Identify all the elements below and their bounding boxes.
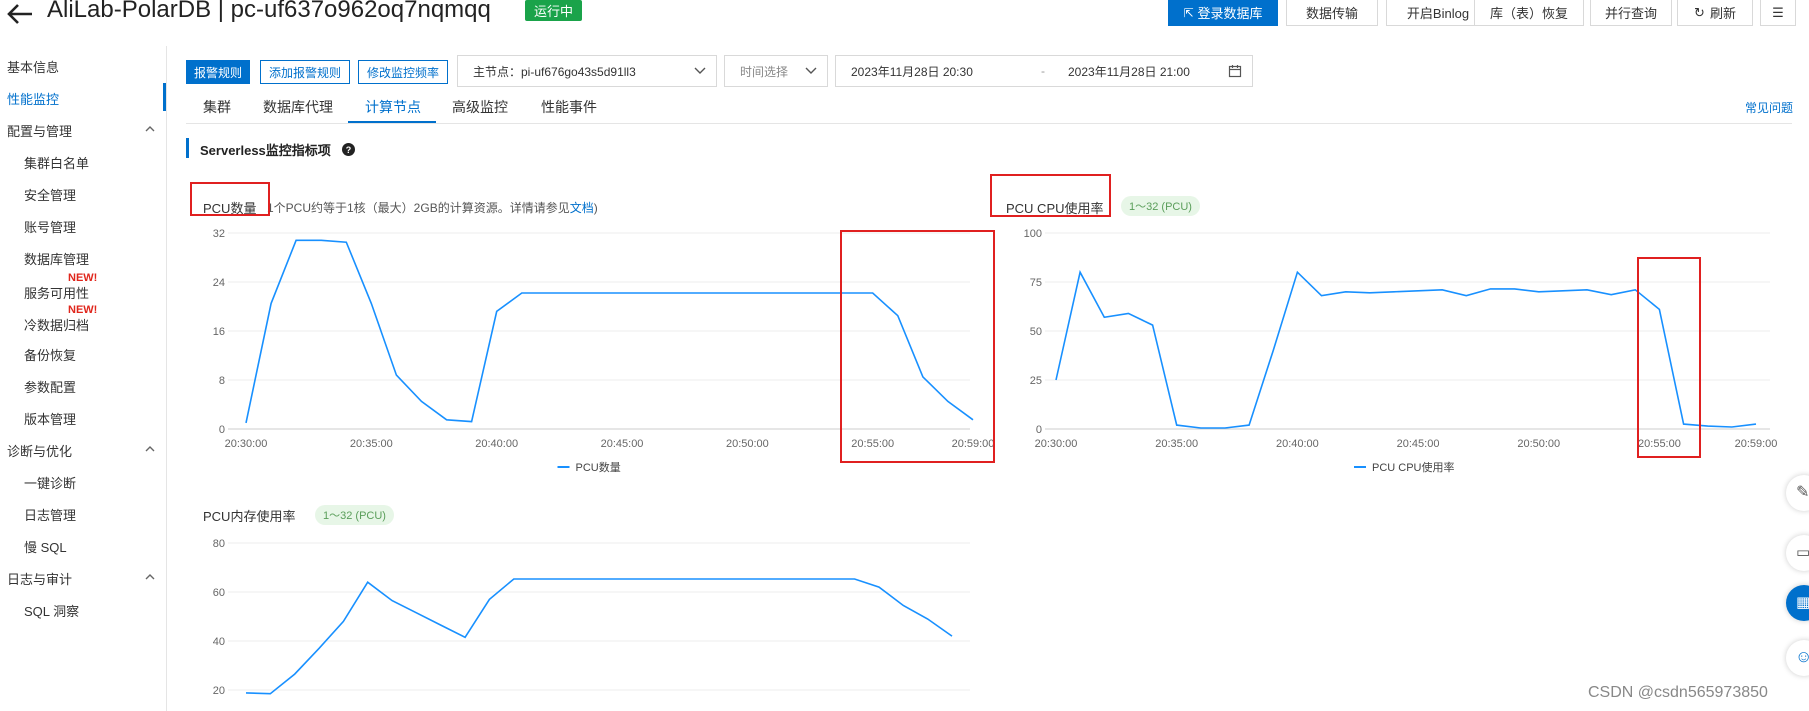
y-tick-label: 24 (213, 277, 225, 289)
legend-label: PCU数量 (576, 461, 621, 474)
y-tick-label: 32 (213, 228, 225, 240)
x-tick-label: 20:40:00 (1276, 438, 1319, 450)
y-tick-label: 0 (219, 424, 225, 436)
y-tick-label: 40 (213, 636, 225, 648)
y-tick-label: 0 (1036, 424, 1042, 436)
chat-icon: ▭ (1796, 544, 1809, 561)
y-tick-label: 100 (1024, 228, 1042, 240)
y-tick-label: 25 (1030, 375, 1042, 387)
x-tick-label: 20:50:00 (726, 438, 769, 450)
y-tick-label: 75 (1030, 277, 1042, 289)
highlight-box (1637, 257, 1701, 458)
x-tick-label: 20:50:00 (1517, 438, 1560, 450)
y-tick-label: 20 (213, 685, 225, 697)
y-tick-label: 50 (1030, 326, 1042, 338)
y-tick-label: 8 (219, 375, 225, 387)
y-tick-label: 16 (213, 326, 225, 338)
assistant-avatar-icon: ☺ (1795, 647, 1809, 666)
y-tick-label: 80 (213, 538, 225, 550)
series-line (245, 578, 953, 695)
watermark: CSDN @csdn565973850 (1588, 684, 1768, 701)
grid-icon: ▦ (1796, 594, 1809, 611)
highlight-box (990, 174, 1111, 217)
x-tick-label: 20:30:00 (225, 438, 268, 450)
x-tick-label: 20:35:00 (350, 438, 393, 450)
x-tick-label: 20:35:00 (1155, 438, 1198, 450)
legend-label: PCU CPU使用率 (1372, 460, 1455, 474)
highlight-box (840, 230, 995, 463)
y-tick-label: 60 (213, 587, 225, 599)
x-tick-label: 20:30:00 (1035, 438, 1078, 450)
x-tick-label: 20:59:00 (1735, 438, 1778, 450)
highlight-box (190, 182, 270, 216)
x-tick-label: 20:45:00 (1397, 438, 1440, 450)
x-tick-label: 20:40:00 (475, 438, 518, 450)
pencil-icon: ✎ (1796, 484, 1809, 501)
x-tick-label: 20:45:00 (601, 438, 644, 450)
